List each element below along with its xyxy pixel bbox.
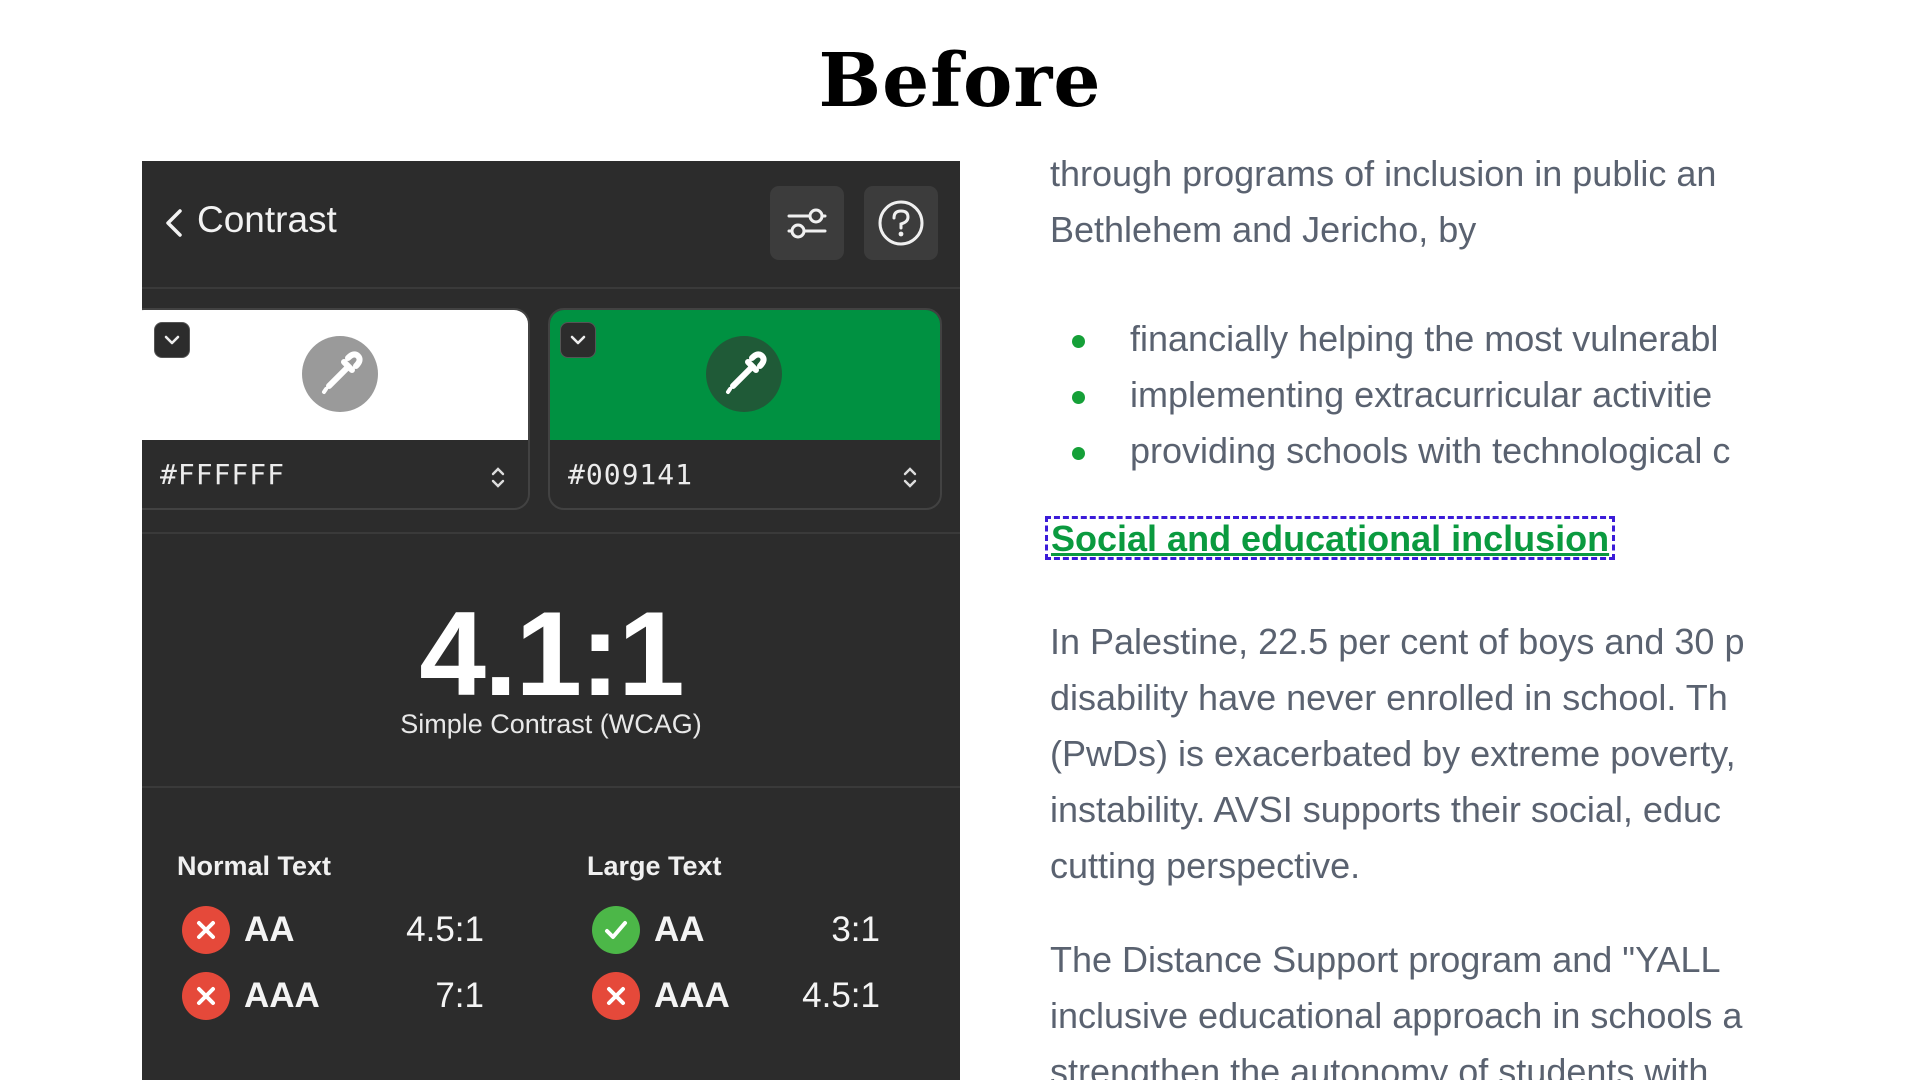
foreground-hex-value[interactable]: #009141 bbox=[568, 458, 693, 491]
paragraph-line: instability. AVSI supports their social,… bbox=[1050, 789, 1721, 830]
normal-aaa-row: AAA 7:1 bbox=[182, 972, 484, 1020]
result-value: 3:1 bbox=[831, 910, 880, 949]
help-button[interactable] bbox=[864, 186, 938, 260]
chevron-down-icon bbox=[164, 335, 180, 345]
stepper-icon[interactable] bbox=[898, 458, 922, 496]
divider bbox=[142, 532, 960, 534]
contrast-panel: Contrast #FFFFFF #009141 4.1:1 Simple Co… bbox=[142, 161, 960, 1080]
list-item-text: financially helping the most vulnerabl bbox=[1130, 318, 1719, 359]
page-title: Before bbox=[818, 38, 1102, 124]
paragraph-line: In Palestine, 22.5 per cent of boys and … bbox=[1050, 621, 1745, 662]
result-value: 7:1 bbox=[435, 976, 484, 1015]
paragraph-line: inclusive educational approach in school… bbox=[1050, 995, 1743, 1036]
stepper-icon[interactable] bbox=[486, 458, 510, 496]
background-dropdown-button[interactable] bbox=[154, 322, 190, 358]
settings-button[interactable] bbox=[770, 186, 844, 260]
foreground-dropdown-button[interactable] bbox=[560, 322, 596, 358]
back-button[interactable] bbox=[156, 201, 196, 245]
large-aaa-row: AAA 4.5:1 bbox=[592, 972, 892, 1020]
intro-line: Bethlehem and Jericho, by bbox=[1050, 209, 1477, 250]
paragraph-line: strengthen the autonomy of students with bbox=[1050, 1051, 1709, 1080]
pass-icon bbox=[592, 906, 640, 954]
paragraph-line: The Distance Support program and "YALL bbox=[1050, 939, 1721, 980]
focused-heading-outline[interactable]: Social and educational inclusion bbox=[1045, 516, 1616, 560]
large-aa-row: AA 3:1 bbox=[592, 906, 892, 954]
result-level: AAA bbox=[244, 976, 320, 1015]
result-level: AA bbox=[244, 910, 295, 949]
eyedropper-icon bbox=[322, 351, 363, 394]
paragraph-line: (PwDs) is exacerbated by extreme poverty… bbox=[1050, 733, 1736, 774]
section-heading[interactable]: Social and educational inclusion bbox=[1051, 519, 1609, 557]
large-text-title: Large Text bbox=[587, 851, 722, 881]
background-hex-value[interactable]: #FFFFFF bbox=[160, 458, 285, 491]
article-content: through programs of inclusion in public … bbox=[1040, 160, 1786, 1080]
bullet-icon bbox=[1072, 447, 1085, 460]
sliders-icon bbox=[787, 208, 827, 239]
divider bbox=[142, 786, 960, 788]
help-icon bbox=[878, 200, 924, 246]
bullet-icon bbox=[1072, 391, 1085, 404]
panel-title: Contrast bbox=[197, 199, 337, 240]
list-item-text: implementing extracurricular activitie bbox=[1130, 374, 1713, 415]
normal-aa-row: AA 4.5:1 bbox=[182, 906, 484, 954]
intro-line: through programs of inclusion in public … bbox=[1050, 160, 1717, 194]
foreground-eyedropper-button[interactable] bbox=[706, 336, 782, 412]
eyedropper-icon bbox=[726, 351, 767, 394]
chevron-down-icon bbox=[570, 335, 586, 345]
fail-icon bbox=[182, 972, 230, 1020]
foreground-color-card[interactable]: #009141 bbox=[548, 308, 942, 510]
paragraph-line: disability have never enrolled in school… bbox=[1050, 677, 1728, 718]
result-level: AAA bbox=[654, 976, 730, 1015]
normal-text-title: Normal Text bbox=[177, 851, 332, 881]
result-value: 4.5:1 bbox=[802, 976, 880, 1015]
bullet-icon bbox=[1072, 335, 1085, 348]
contrast-ratio-label: Simple Contrast (WCAG) bbox=[400, 709, 702, 739]
fail-icon bbox=[592, 972, 640, 1020]
fail-icon bbox=[182, 906, 230, 954]
list-item-text: providing schools with technological c bbox=[1130, 430, 1731, 471]
result-value: 4.5:1 bbox=[406, 910, 484, 949]
result-level: AA bbox=[654, 910, 705, 949]
paragraph-line: cutting perspective. bbox=[1050, 845, 1361, 886]
panel-header: Contrast bbox=[142, 161, 960, 289]
chevron-left-icon bbox=[166, 209, 182, 237]
background-eyedropper-button[interactable] bbox=[302, 336, 378, 412]
background-color-card[interactable]: #FFFFFF bbox=[142, 308, 530, 510]
contrast-ratio: 4.1:1 bbox=[419, 587, 685, 721]
